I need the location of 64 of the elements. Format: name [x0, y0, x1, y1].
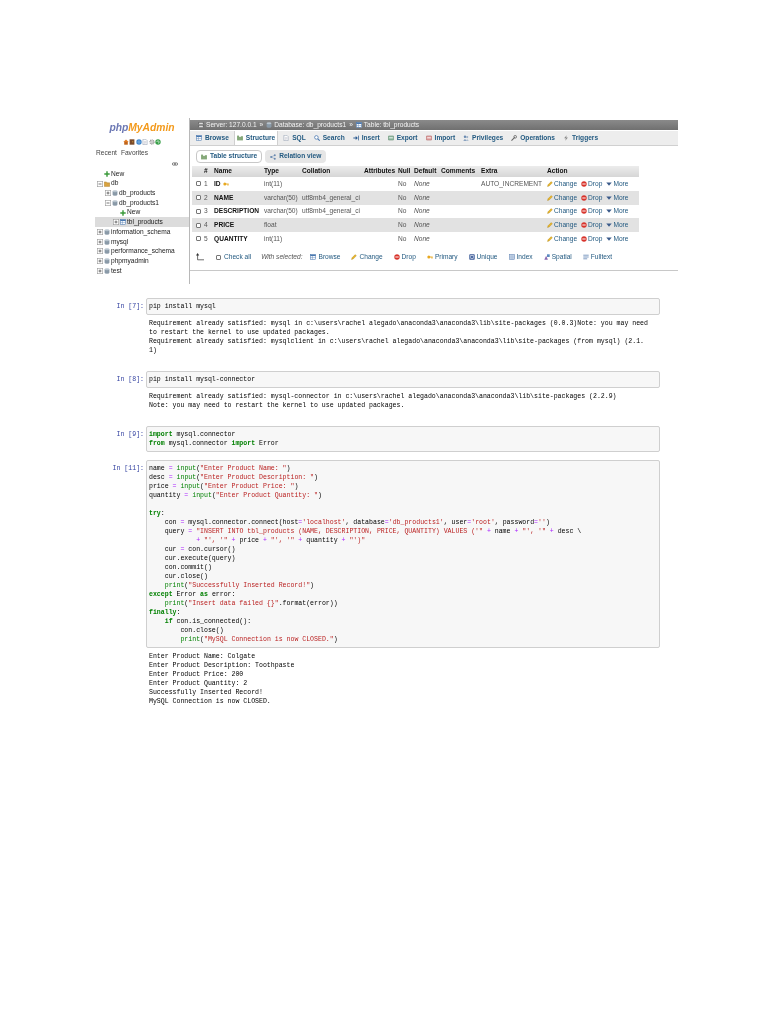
- arrow-icon: [352, 135, 359, 141]
- minus-icon[interactable]: [105, 199, 111, 206]
- nodes-icon: [270, 153, 277, 160]
- database-icon: [104, 258, 110, 265]
- plus-icon[interactable]: [97, 258, 103, 265]
- tray-icon: [387, 135, 394, 141]
- checkbox[interactable]: [196, 222, 201, 228]
- checkbox[interactable]: [196, 208, 201, 214]
- plus-icon[interactable]: [97, 267, 103, 274]
- no-entry-icon: [581, 180, 588, 187]
- checkbox[interactable]: [216, 254, 221, 260]
- document-icon: [283, 135, 290, 141]
- square-icon: [468, 254, 475, 260]
- logo[interactable]: phpMyAdmin: [109, 122, 175, 136]
- tray-icon: [425, 135, 432, 141]
- table-icon: [196, 135, 202, 141]
- folder-icon: [104, 180, 110, 187]
- database-icon: [104, 267, 110, 274]
- arrow-icon: [196, 253, 204, 261]
- bars-icon: [236, 135, 243, 141]
- table-icon: [310, 254, 317, 260]
- shapes-icon: [543, 254, 550, 260]
- database-icon: [104, 248, 110, 255]
- minus-icon[interactable]: [97, 180, 103, 187]
- bars-icon: [201, 153, 207, 160]
- add-icon: [104, 170, 110, 177]
- search-icon: [313, 135, 320, 141]
- no-entry-icon: [581, 222, 588, 229]
- table-icon: [120, 219, 126, 226]
- people-icon: [463, 135, 470, 141]
- checkbox[interactable]: [196, 181, 201, 187]
- code-input[interactable]: [146, 460, 660, 648]
- pencil-icon: [351, 254, 358, 260]
- plus-icon[interactable]: [105, 190, 111, 197]
- add-icon: [120, 209, 126, 216]
- server-icon: [198, 122, 204, 128]
- refresh-icon[interactable]: [155, 139, 162, 145]
- house-icon[interactable]: [122, 139, 129, 145]
- lines-icon: [582, 254, 589, 260]
- door-icon[interactable]: [129, 139, 136, 145]
- no-entry-icon: [581, 235, 588, 242]
- database-icon: [104, 228, 110, 235]
- checkbox[interactable]: [196, 236, 201, 242]
- plus-icon[interactable]: [97, 248, 103, 255]
- database-icon: [104, 238, 110, 245]
- plus-icon[interactable]: [97, 228, 103, 235]
- database-icon: [266, 122, 273, 128]
- globe-icon[interactable]: [135, 139, 142, 145]
- table-icon: [355, 122, 362, 128]
- no-entry-icon: [393, 254, 400, 260]
- gear-icon[interactable]: [148, 139, 155, 145]
- key-icon: [426, 254, 433, 260]
- database-icon: [112, 199, 118, 206]
- bolt-icon: [563, 135, 570, 141]
- grid-icon: [508, 254, 515, 260]
- plus-icon[interactable]: [97, 238, 103, 245]
- wrench-icon: [511, 135, 518, 141]
- document-icon[interactable]: [142, 139, 149, 145]
- plus-icon[interactable]: [113, 219, 119, 226]
- database-icon: [112, 190, 118, 197]
- link-icon[interactable]: [172, 161, 178, 167]
- no-entry-icon: [581, 194, 588, 201]
- checkbox[interactable]: [196, 195, 201, 201]
- no-entry-icon: [581, 208, 588, 215]
